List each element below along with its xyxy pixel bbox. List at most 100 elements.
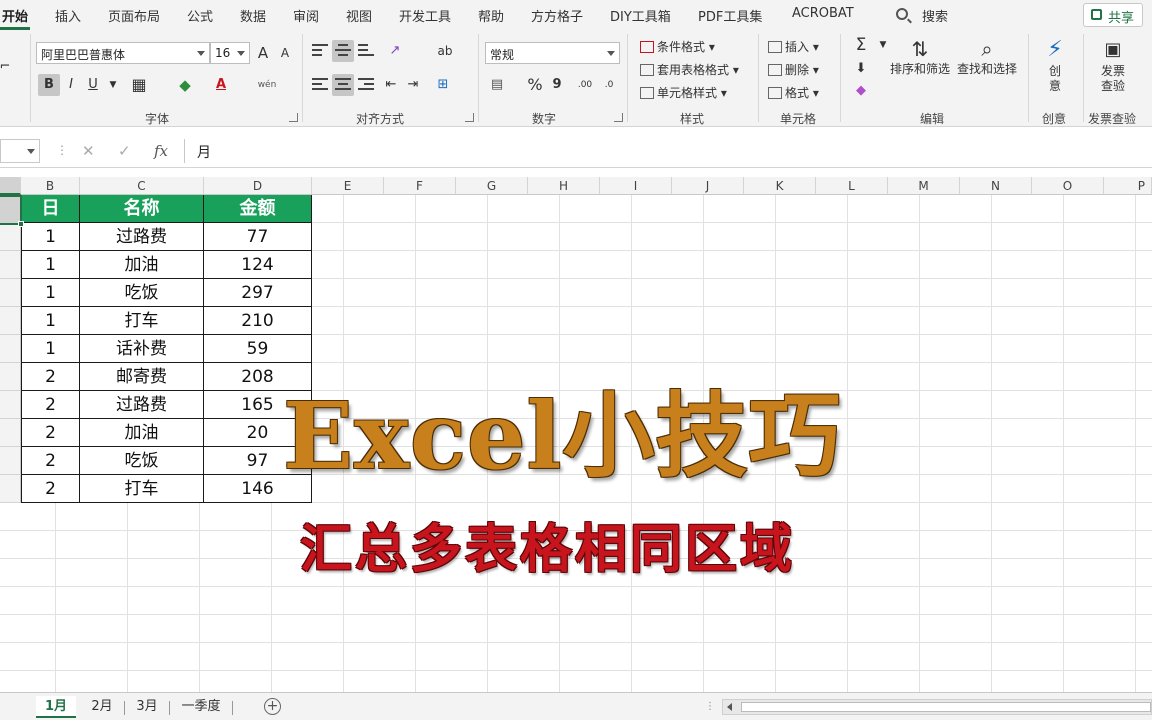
percent-button[interactable]: % — [524, 74, 546, 96]
column-header[interactable]: N — [960, 177, 1032, 195]
column-header[interactable]: G — [456, 177, 528, 195]
format-as-table-button[interactable]: 套用表格格式 ▾ — [640, 61, 739, 78]
scroll-left-icon[interactable] — [727, 703, 732, 711]
row-header[interactable] — [0, 307, 21, 335]
tab-fangfang-gezi[interactable]: 方方格子 — [531, 6, 583, 25]
table-cell-day[interactable]: 2 — [21, 447, 80, 475]
borders-icon[interactable]: ▦ — [128, 74, 150, 96]
increase-indent-icon[interactable]: ⇥ — [402, 74, 424, 96]
insert-function-icon[interactable]: fx — [154, 142, 168, 160]
table-cell-amount[interactable]: 59 — [204, 335, 312, 363]
column-header[interactable]: C — [80, 177, 204, 195]
name-box[interactable] — [0, 139, 40, 163]
table-cell-amount[interactable]: 297 — [204, 279, 312, 307]
table-cell-name[interactable]: 加油 — [80, 419, 204, 447]
chevron-down-icon[interactable]: ▼ — [102, 74, 124, 96]
table-header-day[interactable]: 日 — [21, 195, 80, 223]
horizontal-scrollbar[interactable] — [722, 699, 1152, 715]
sheet-tab-march[interactable]: 3月 — [127, 696, 167, 718]
scrollbar-thumb[interactable] — [741, 702, 1151, 712]
column-header[interactable]: I — [600, 177, 672, 195]
add-sheet-icon[interactable]: + — [264, 698, 281, 715]
table-header-amount[interactable]: 金额 — [204, 195, 312, 223]
table-cell-name[interactable]: 话补费 — [80, 335, 204, 363]
tab-help[interactable]: 帮助 — [478, 6, 504, 25]
table-cell-name[interactable]: 过路费 — [80, 391, 204, 419]
column-header[interactable]: B — [21, 177, 80, 195]
phonetic-guide-icon[interactable]: wén — [256, 74, 278, 96]
table-cell-name[interactable]: 加油 — [80, 251, 204, 279]
table-cell-day[interactable]: 2 — [21, 419, 80, 447]
format-cells-button[interactable]: 格式 ▾ — [768, 84, 819, 101]
clear-icon[interactable]: ◆ — [850, 80, 872, 102]
text-orientation-icon[interactable]: ↗ — [384, 40, 406, 62]
comma-style-button[interactable]: 9 — [546, 74, 568, 96]
column-header[interactable]: M — [888, 177, 960, 195]
wrap-text-icon[interactable]: ab — [434, 40, 456, 62]
share-button[interactable]: 共享 — [1083, 3, 1143, 27]
dialog-launcher-icon[interactable] — [289, 113, 298, 122]
font-color-button[interactable]: A — [210, 74, 232, 96]
tab-developer[interactable]: 开发工具 — [399, 6, 451, 25]
column-header[interactable]: D — [204, 177, 312, 195]
underline-button[interactable]: U — [82, 74, 104, 96]
increase-decimal-icon[interactable]: .00 — [574, 74, 596, 96]
table-cell-name[interactable]: 邮寄费 — [80, 363, 204, 391]
sort-filter-button[interactable]: ⇅ 排序和筛选 — [890, 36, 950, 77]
align-top-icon[interactable] — [312, 44, 328, 57]
table-cell-amount[interactable]: 210 — [204, 307, 312, 335]
insert-cells-button[interactable]: 插入 ▾ — [768, 38, 819, 55]
table-cell-name[interactable]: 打车 — [80, 307, 204, 335]
column-header[interactable]: H — [528, 177, 600, 195]
column-header[interactable]: E — [312, 177, 384, 195]
tab-acrobat[interactable]: ACROBAT — [792, 6, 854, 21]
conditional-formatting-button[interactable]: 条件格式 ▾ — [640, 38, 715, 55]
fill-icon[interactable]: ⬇ — [850, 58, 872, 80]
row-header[interactable] — [0, 279, 21, 307]
creative-button[interactable]: ⚡ 创意 — [1040, 36, 1070, 94]
row-header[interactable] — [0, 475, 21, 503]
enter-icon[interactable]: ✓ — [118, 142, 131, 160]
table-cell-amount[interactable]: 124 — [204, 251, 312, 279]
sheet-tab-q1[interactable]: 一季度 — [174, 696, 228, 718]
fill-handle[interactable] — [18, 221, 24, 227]
table-cell-name[interactable]: 打车 — [80, 475, 204, 503]
decrease-indent-icon[interactable]: ⇤ — [380, 74, 402, 96]
font-name-dropdown[interactable]: 阿里巴巴普惠体 — [36, 42, 210, 64]
tab-home[interactable]: 开始 — [2, 6, 28, 25]
bold-button[interactable]: B — [38, 74, 60, 96]
table-cell-day[interactable]: 2 — [21, 391, 80, 419]
sheet-tab-february[interactable]: 2月 — [82, 696, 122, 718]
tab-diy-toolbox[interactable]: DIY工具箱 — [610, 6, 671, 25]
format-painter-icon[interactable]: ⌐ — [0, 56, 16, 78]
table-cell-day[interactable]: 1 — [21, 335, 80, 363]
tab-review[interactable]: 审阅 — [293, 6, 319, 25]
autosum-icon[interactable]: Σ — [850, 34, 872, 56]
row-header[interactable] — [0, 335, 21, 363]
font-size-dropdown[interactable]: 16 — [210, 42, 250, 64]
tab-insert[interactable]: 插入 — [55, 6, 81, 25]
tab-formulas[interactable]: 公式 — [187, 6, 213, 25]
column-header[interactable]: F — [384, 177, 456, 195]
tab-pdf-tools[interactable]: PDF工具集 — [698, 6, 762, 25]
column-header[interactable]: K — [744, 177, 816, 195]
search-label[interactable]: 搜索 — [922, 6, 948, 25]
row-header[interactable] — [0, 419, 21, 447]
dialog-launcher-icon[interactable] — [465, 113, 474, 122]
merge-center-icon[interactable]: ⊞ — [432, 74, 454, 96]
align-bottom-icon[interactable] — [358, 44, 374, 57]
table-header-name[interactable]: 名称 — [80, 195, 204, 223]
delete-cells-button[interactable]: 删除 ▾ — [768, 61, 819, 78]
fill-color-icon[interactable]: ◆ — [174, 74, 196, 96]
tab-view[interactable]: 视图 — [346, 6, 372, 25]
align-left-icon[interactable] — [312, 78, 328, 91]
table-cell-day[interactable]: 2 — [21, 363, 80, 391]
align-right-icon[interactable] — [358, 78, 374, 91]
row-header[interactable] — [0, 251, 21, 279]
tab-page-layout[interactable]: 页面布局 — [108, 6, 160, 25]
column-header[interactable]: J — [672, 177, 744, 195]
row-header[interactable] — [0, 223, 21, 251]
table-cell-day[interactable]: 1 — [21, 251, 80, 279]
tab-data[interactable]: 数据 — [240, 6, 266, 25]
row-header[interactable] — [0, 447, 21, 475]
